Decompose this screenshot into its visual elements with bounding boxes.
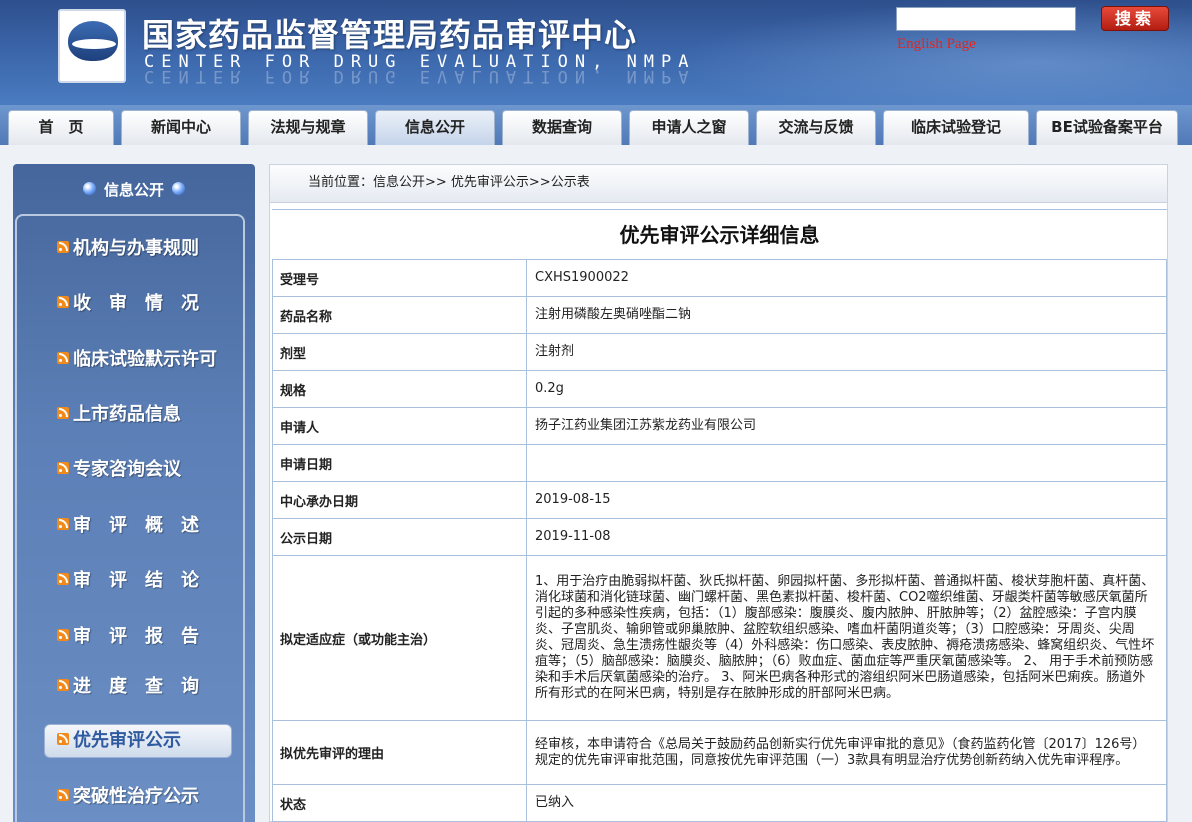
tab-data-query[interactable]: 数据查询: [502, 110, 622, 145]
sidebar-item-marketed-drugs[interactable]: 上市药品信息: [57, 400, 247, 430]
table-row: 剂型 注射剂: [272, 333, 1167, 371]
main-content: 当前位置：信息公开>> 优先审评公示>>公示表 优先审评公示详细信息 受理号 CX…: [269, 164, 1168, 822]
table-row: 申请人 扬子江药业集团江苏紫龙药业有限公司: [272, 407, 1167, 445]
row-value: 扬子江药业集团江苏紫龙药业有限公司: [526, 407, 1167, 445]
row-value: 已纳入: [526, 784, 1167, 822]
rss-icon: [57, 733, 69, 745]
row-key: 拟定适应症（或功能主治）: [272, 555, 527, 721]
orb-icon: [82, 182, 96, 195]
sidebar-item-label: 上市药品信息: [73, 404, 181, 425]
detail-table: 受理号 CXHS1900022 药品名称 注射用磷酸左奥硝唑酯二钠 剂型 注射剂 规格…: [272, 259, 1167, 822]
sidebar-item-review-report[interactable]: 审 评 报 告: [57, 622, 247, 652]
site-subtitle-reflection: CENTER FOR DRUG EVALUATION, NMPA: [144, 66, 696, 86]
sidebar-title: 信息公开: [103, 181, 164, 199]
logo-wave: [72, 39, 116, 49]
rss-icon: [57, 629, 69, 641]
tab-be-platform[interactable]: BE试验备案平台: [1036, 110, 1178, 145]
sidebar-item-expert-meeting[interactable]: 专家咨询会议: [57, 455, 247, 485]
table-row: 拟定适应症（或功能主治） 1、用于治疗由脆弱拟杆菌、狄氏拟杆菌、卵园拟杆菌、多形拟…: [272, 555, 1167, 721]
sidebar-item-label: 收 审 情 况: [73, 293, 199, 314]
tab-info-disclosure[interactable]: 信息公开: [375, 110, 495, 145]
row-key: 公示日期: [272, 518, 527, 556]
sidebar-item-intake[interactable]: 收 审 情 况: [57, 289, 247, 319]
row-value: [526, 444, 1167, 482]
rss-icon: [57, 518, 69, 530]
row-value: 1、用于治疗由脆弱拟杆菌、狄氏拟杆菌、卵园拟杆菌、多形拟杆菌、普通拟杆菌、梭状芽…: [526, 555, 1167, 721]
row-value: 2019-08-15: [526, 481, 1167, 519]
rss-icon: [57, 241, 69, 253]
rss-icon: [57, 407, 69, 419]
page-title: 优先审评公示详细信息: [272, 209, 1167, 259]
row-value: 0.2g: [526, 370, 1167, 408]
sidebar-item-label: 突破性治疗公示: [73, 786, 199, 807]
row-value: 注射剂: [526, 333, 1167, 371]
row-key: 申请日期: [272, 444, 527, 482]
row-value: 经审核，本申请符合《总局关于鼓励药品创新实行优先审评审批的意见》（食药监药化管〔…: [526, 720, 1167, 785]
search-button[interactable]: 搜索: [1101, 6, 1169, 31]
row-value: 2019-11-08: [526, 518, 1167, 556]
table-row: 药品名称 注射用磷酸左奥硝唑酯二钠: [272, 296, 1167, 334]
row-key: 规格: [272, 370, 527, 408]
sidebar-item-label: 审 评 结 论: [73, 570, 199, 591]
search-input[interactable]: [896, 7, 1076, 31]
rss-icon: [57, 679, 69, 691]
sidebar-item-breakthrough-therapy[interactable]: 突破性治疗公示: [57, 782, 247, 812]
rss-icon: [57, 462, 69, 474]
rss-icon: [57, 352, 69, 364]
main-nav: 首 页 新闻中心 法规与规章 信息公开 数据查询 申请人之窗 交流与反馈 临床试…: [0, 105, 1192, 145]
sidebar-item-label: 进 度 查 询: [73, 676, 199, 697]
row-value: 注射用磷酸左奥硝唑酯二钠: [526, 296, 1167, 334]
sidebar-item-review-conclusion[interactable]: 审 评 结 论: [57, 566, 247, 596]
sidebar-item-label: 优先审评公示: [73, 730, 181, 751]
sidebar: 信息公开 机构与办事规则 收 审 情 况 临床试验默示许可 上市药品信息 专家咨…: [13, 164, 255, 822]
row-key: 受理号: [272, 259, 527, 297]
sidebar-item-clinical-implied-license[interactable]: 临床试验默示许可: [57, 345, 247, 375]
table-row: 公示日期 2019-11-08: [272, 518, 1167, 556]
table-row: 状态 已纳入: [272, 784, 1167, 822]
sidebar-item-label: 审 评 报 告: [73, 626, 199, 647]
sidebar-panel: 机构与办事规则 收 审 情 况 临床试验默示许可 上市药品信息 专家咨询会议 审…: [15, 214, 245, 822]
row-key: 拟优先审评的理由: [272, 720, 527, 785]
sidebar-item-review-overview[interactable]: 审 评 概 述: [57, 511, 247, 541]
row-key: 剂型: [272, 333, 527, 371]
table-row: 中心承办日期 2019-08-15: [272, 481, 1167, 519]
sidebar-item-label: 审 评 概 述: [73, 515, 199, 536]
orb-icon: [172, 182, 185, 195]
sidebar-item-org-rules[interactable]: 机构与办事规则: [57, 234, 247, 264]
table-row: 受理号 CXHS1900022: [272, 259, 1167, 297]
english-page-link[interactable]: English Page: [897, 36, 976, 53]
site-title: 国家药品监督管理局药品审评中心: [142, 16, 638, 54]
tab-clinical-trial-registry[interactable]: 临床试验登记: [883, 110, 1029, 145]
tab-feedback[interactable]: 交流与反馈: [756, 110, 876, 145]
sidebar-header: 信息公开: [13, 164, 255, 214]
site-header: NMPA CDE 国家药品监督管理局药品审评中心 CENTER FOR DRUG…: [0, 0, 1192, 105]
tab-regulations[interactable]: 法规与规章: [248, 110, 368, 145]
row-key: 药品名称: [272, 296, 527, 334]
table-row: 拟优先审评的理由 经审核，本申请符合《总局关于鼓励药品创新实行优先审评审批的意见》…: [272, 720, 1167, 785]
breadcrumb: 当前位置：信息公开>> 优先审评公示>>公示表: [270, 165, 1167, 203]
row-value: CXHS1900022: [526, 259, 1167, 297]
row-key: 申请人: [272, 407, 527, 445]
sidebar-item-label: 机构与办事规则: [73, 238, 199, 259]
table-row: 申请日期: [272, 444, 1167, 482]
tab-home[interactable]: 首 页: [8, 110, 114, 145]
tab-news[interactable]: 新闻中心: [121, 110, 241, 145]
row-key: 中心承办日期: [272, 481, 527, 519]
rss-icon: [57, 573, 69, 585]
sidebar-item-priority-review[interactable]: 优先审评公示: [44, 724, 232, 758]
logo-text: NMPA CDE: [65, 71, 119, 81]
tab-applicant-window[interactable]: 申请人之窗: [629, 110, 749, 145]
rss-icon: [57, 296, 69, 308]
sidebar-item-label: 专家咨询会议: [73, 459, 181, 480]
rss-icon: [57, 789, 69, 801]
sidebar-item-label: 临床试验默示许可: [73, 349, 217, 370]
row-key: 状态: [272, 784, 527, 822]
sidebar-item-progress-query[interactable]: 进 度 查 询: [57, 672, 247, 702]
table-row: 规格 0.2g: [272, 370, 1167, 408]
